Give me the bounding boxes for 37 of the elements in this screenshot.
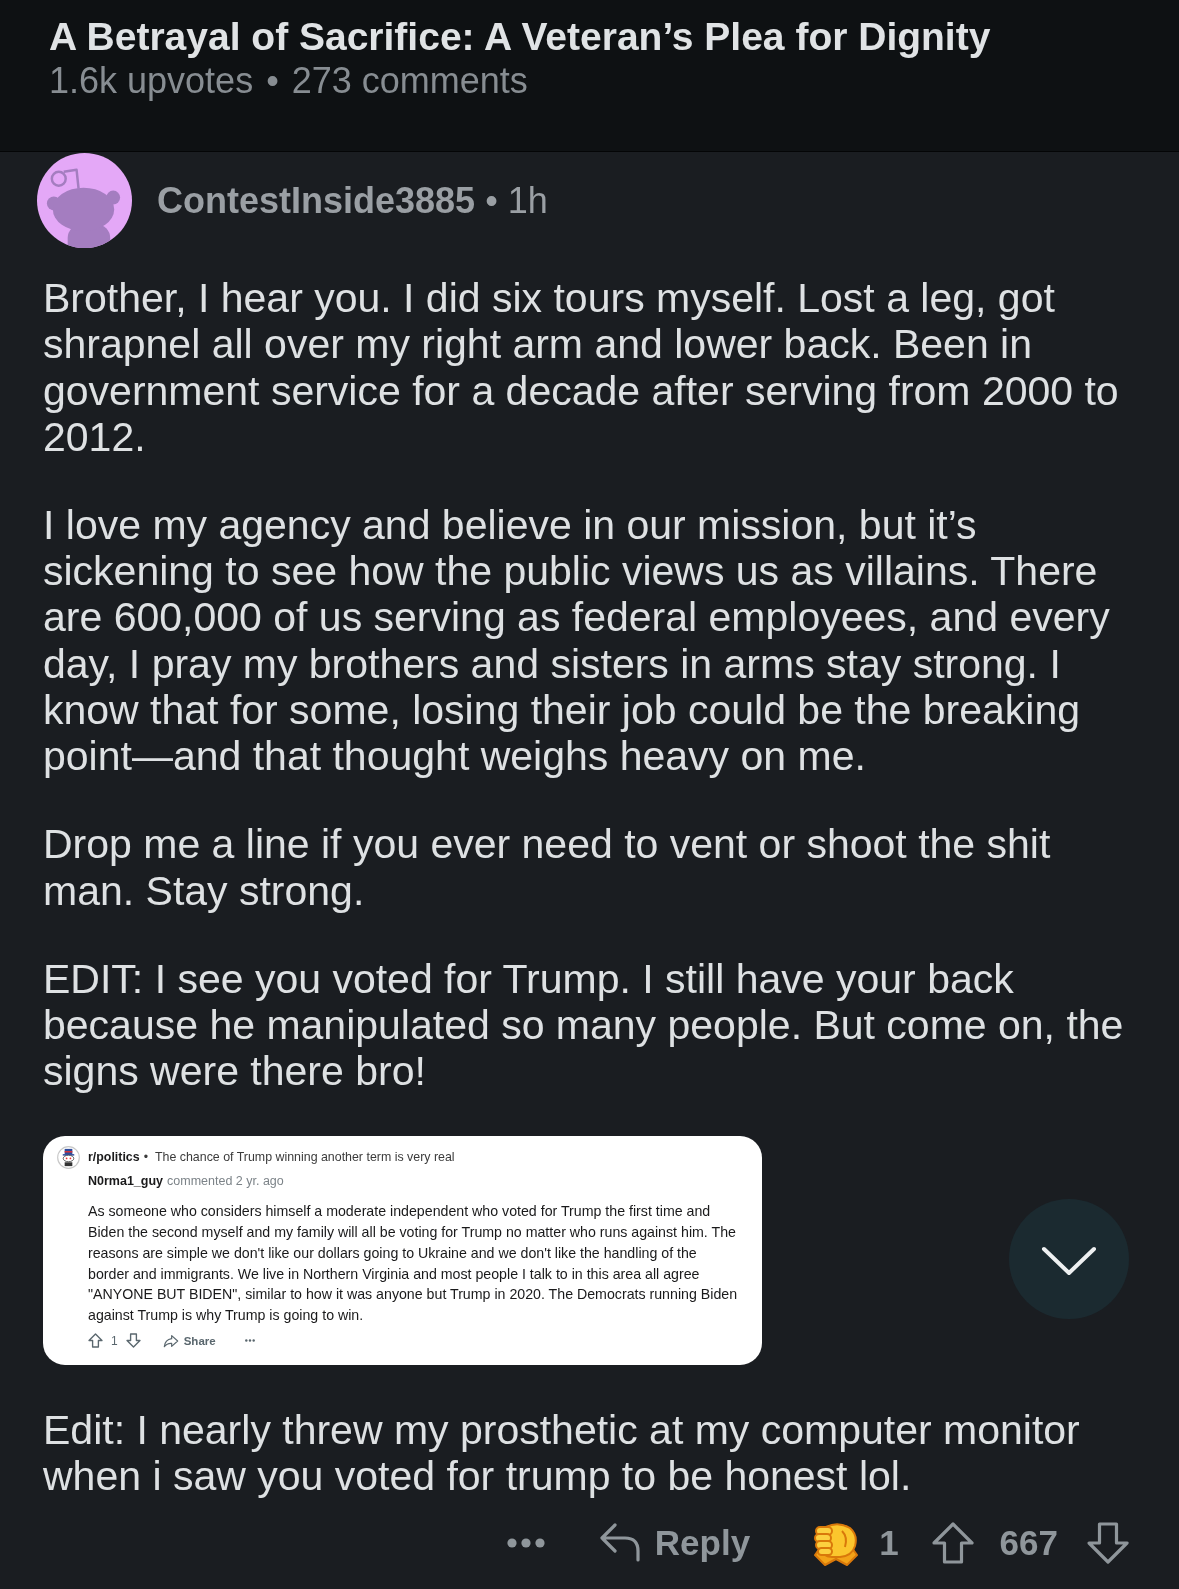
meta-separator: • — [485, 179, 498, 222]
chevron-down-icon — [1041, 1246, 1097, 1276]
username: N0rma1_guy — [88, 1174, 164, 1189]
upvote-button[interactable] — [930, 1521, 975, 1565]
downvote-icon — [125, 1333, 141, 1349]
comment-count: 273 comments — [291, 61, 528, 101]
username[interactable]: ContestInside3885 — [157, 179, 476, 222]
upvote-icon — [88, 1333, 103, 1349]
vote-score: 667 — [999, 1523, 1058, 1563]
meta-separator: • — [266, 61, 279, 101]
comment-text: As someone who considers himself a moderate independent who voted for Trump the first time and Biden the second myself and my family will all be voting for Trump no matter who runs against him. The reasons are simple we don't like our dollars going to Ukraine and we don't like the handling of the border and immigrants. We live in Northern Virginia and most people I talk to in this area all agree "ANYONE BUT BIDEN", similar to how it was anyone but Trump in 2020. The Democrats running Biden against Trump is why Trump is going to win. — [87, 1202, 739, 1326]
upvote-count: 1.6k upvotes — [49, 61, 254, 101]
comment-paragraph: I love my agency and believe in our mission, but it’s sickening to see how the public views us as villains. There are 600,000 of us serving as federal employees, and every day, I pray my brothers and sisters in arms stay strong. I know that for some, losing their job could be the breaking point—and that thought weighs heavy on me. — [43, 501, 1111, 780]
post-title: A Betrayal of Sacrifice: A Veteran’s Plea for Dignity — [49, 15, 991, 59]
comment-meta: commented 2 yr. ago — [167, 1174, 284, 1189]
meta-separator: • — [143, 1150, 148, 1165]
avatar-icon — [37, 153, 132, 248]
subreddit-name: r/politics — [88, 1150, 140, 1165]
downvote-button[interactable] — [1086, 1521, 1130, 1565]
reply-button[interactable]: Reply — [599, 1523, 751, 1563]
comment-paragraph: Edit: I nearly threw my prosthetic at my computer monitor when i saw you voted for trump to be honest lol. — [43, 1406, 1081, 1500]
comment-paragraph: Brother, I hear you. I did six tours myself. Lost a leg, got shrapnel all over my right arm and lower back. Been in government service for a decade after serving from 2000 to 2012. — [43, 275, 1120, 461]
vote-count: 1 — [111, 1334, 118, 1348]
more-icon — [244, 1339, 255, 1343]
award-button[interactable]: 1 — [812, 1519, 899, 1567]
post-title: The chance of Trump winning another term is very real — [155, 1150, 455, 1165]
mascot-avatar-icon — [57, 1145, 80, 1169]
more-button[interactable] — [506, 1538, 545, 1548]
comment-paragraph: EDIT: I see you voted for Trump. I still have your back because he manipulated so many people. But come on, the signs were there bro! — [43, 955, 1125, 1095]
downvote-icon — [1086, 1521, 1130, 1565]
share-label: Share — [183, 1335, 216, 1347]
more-icon — [506, 1538, 545, 1548]
comment-paragraph: Drop me a line if you ever need to vent or shoot the shit man. Stay strong. — [43, 821, 1052, 914]
upvote-icon — [930, 1521, 975, 1565]
reply-icon — [599, 1523, 640, 1563]
share-icon — [162, 1334, 179, 1348]
comment-time: 1h — [507, 179, 548, 222]
